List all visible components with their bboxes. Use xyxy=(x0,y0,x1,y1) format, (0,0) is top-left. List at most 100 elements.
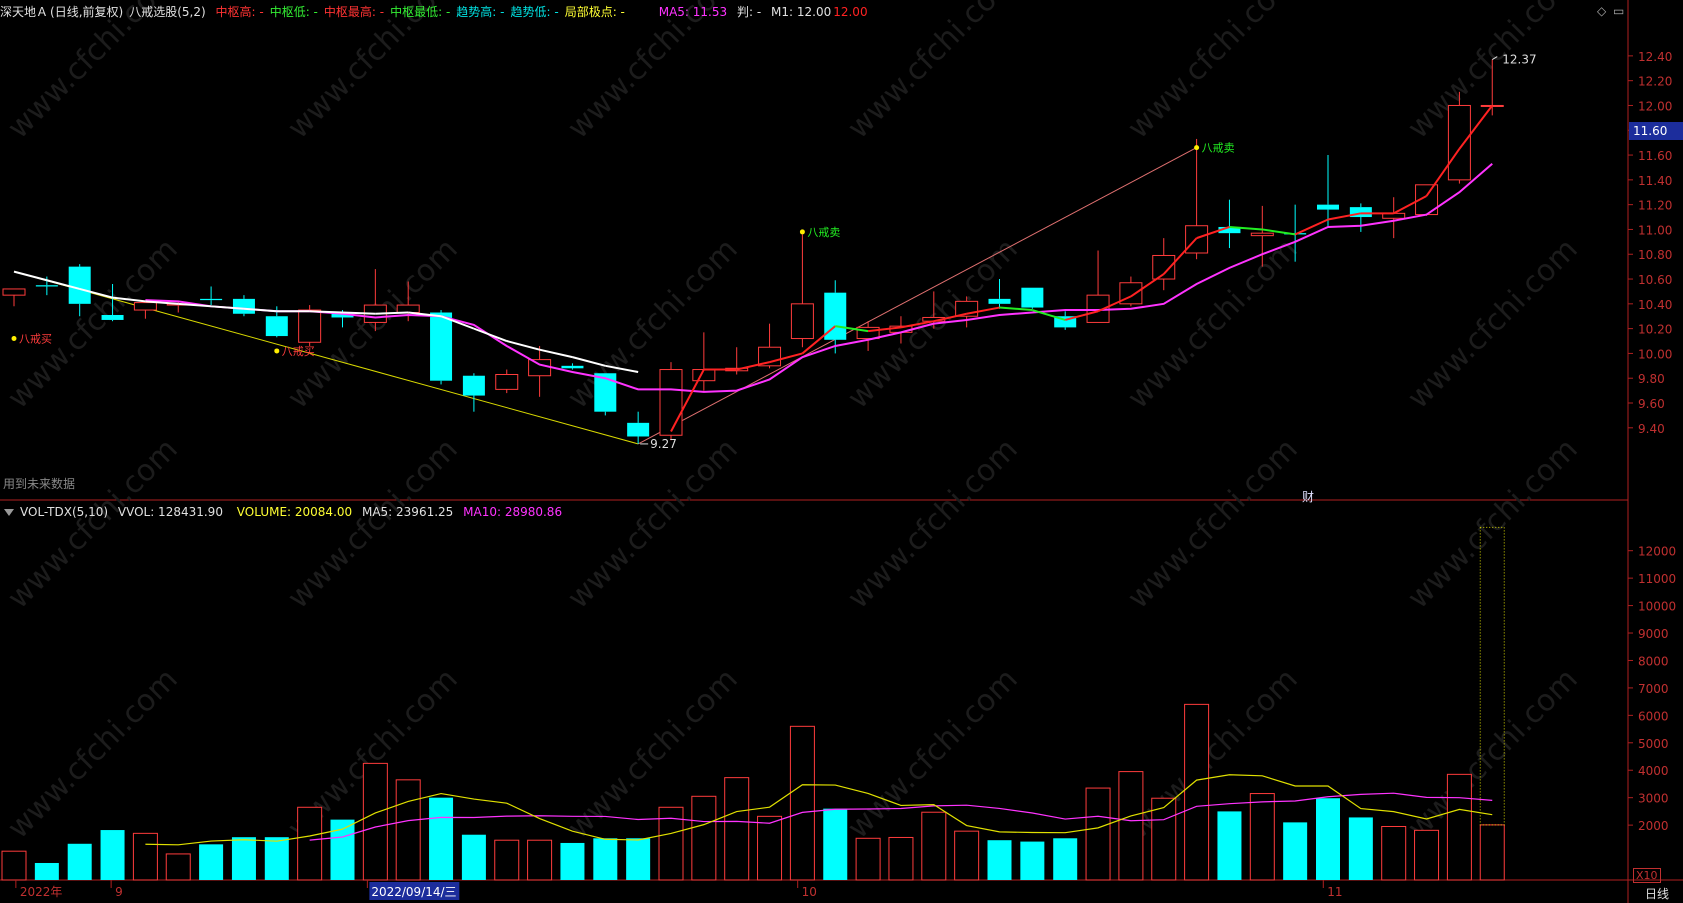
indicator-item: 中枢最低: - xyxy=(390,5,451,19)
volume-bar xyxy=(34,862,59,880)
price-tick-label: 10.00 xyxy=(1638,347,1672,361)
volume-bar xyxy=(100,830,125,880)
m1-extra: 12.00 xyxy=(833,5,868,19)
diamond-icon[interactable]: ◇ xyxy=(1597,4,1606,18)
indicator-item: 趋势高: - xyxy=(456,5,505,19)
volume-bar xyxy=(1217,811,1242,880)
candle-body xyxy=(1447,104,1471,181)
volume-bar xyxy=(954,830,980,881)
ma5-label: MA5: 11.53 xyxy=(658,5,728,19)
volume-indicator-name[interactable]: VOL-TDX(5,10) xyxy=(20,505,108,519)
price-tick-label: 12.40 xyxy=(1638,50,1672,64)
maximize-icon[interactable]: ▭ xyxy=(1613,4,1624,18)
volume-tick-label: 10000 xyxy=(1638,600,1676,614)
volume-bar xyxy=(132,832,158,881)
time-axis-label: 9 xyxy=(115,885,123,899)
candle-body xyxy=(430,312,453,381)
price-tick-label: 10.20 xyxy=(1638,323,1672,337)
watermark-text: www.cfchi.com xyxy=(1121,432,1305,616)
time-axis-label: 10 xyxy=(802,885,817,899)
high-price-label: 12.37 xyxy=(1502,53,1536,67)
time-axis-label: 2022年 xyxy=(20,885,63,899)
watermark-text: www.cfchi.com xyxy=(1121,662,1305,846)
pan-label: 判: - xyxy=(736,5,762,19)
price-tick-label: 10.40 xyxy=(1638,298,1672,312)
price-tick-label: 9.80 xyxy=(1638,372,1665,386)
signal-label: 八戒买 xyxy=(19,333,52,346)
volume-bar xyxy=(1381,825,1407,881)
m1-early-line-segment xyxy=(342,311,376,315)
volume-bar xyxy=(1283,822,1308,880)
volume-bar xyxy=(1085,787,1111,881)
candle-body xyxy=(265,316,288,337)
volume-multiplier-label: X10 xyxy=(1633,868,1661,883)
price-panel-header: 深天地Ａ (日线,前复权) 八戒选股(5,2) 中枢高: - 中枢低: - 中枢最高: … xyxy=(0,3,874,21)
volume-tick-label: 11000 xyxy=(1638,572,1676,586)
period-label[interactable]: 日线 xyxy=(1645,885,1669,902)
volume-bar xyxy=(297,806,323,881)
volume-bar xyxy=(888,836,914,881)
m1-early-line-segment xyxy=(178,302,212,308)
m1-label: M1: 12.00 xyxy=(771,5,832,19)
signal-dot xyxy=(799,229,805,235)
candle-body xyxy=(1250,232,1274,237)
m1-early-line-segment xyxy=(309,310,343,314)
volume-tick-label: 4000 xyxy=(1638,764,1669,778)
candle-body xyxy=(988,298,1011,304)
watermark-text: www.cfchi.com xyxy=(1,0,185,146)
volume-bar xyxy=(264,837,289,880)
volume-bar xyxy=(527,839,553,881)
candle-body xyxy=(200,298,223,301)
candle-body xyxy=(35,285,58,287)
price-tick-label: 10.60 xyxy=(1638,273,1672,287)
price-tick-label: 12.20 xyxy=(1638,75,1672,89)
collapse-arrow-icon[interactable] xyxy=(4,509,14,516)
volume-panel-header: VOL-TDX(5,10) VVOL: 128431.90 VOLUME: 20… xyxy=(0,503,568,521)
m1-line-segment xyxy=(999,306,1033,312)
volume-tick-label: 5000 xyxy=(1638,737,1669,751)
volume-bar xyxy=(691,795,717,881)
price-tick-label: 11.40 xyxy=(1638,174,1672,188)
m1-early-line-segment xyxy=(375,311,409,315)
candle-body xyxy=(2,288,26,296)
indicator-item: 中枢最高: - xyxy=(323,5,385,19)
candle-body xyxy=(1317,204,1339,210)
indicator-name[interactable]: 八戒选股(5,2) xyxy=(129,5,205,19)
watermark-text: www.cfchi.com xyxy=(1401,432,1585,616)
vvol-label: VVOL: 128431.90 xyxy=(117,505,223,519)
candle-body xyxy=(232,298,255,314)
watermark-text: www.cfchi.com xyxy=(1401,232,1585,416)
volume-tick-label: 3000 xyxy=(1638,792,1669,806)
volume-bar xyxy=(1118,771,1144,881)
volume-bar xyxy=(1020,841,1045,880)
volume-bar xyxy=(987,840,1012,880)
watermark-text: www.cfchi.com xyxy=(1,232,185,416)
stock-mode: (日线,前复权) xyxy=(50,5,124,19)
volume-tick-label: 9000 xyxy=(1638,627,1669,641)
volume-bar xyxy=(1249,793,1275,881)
volume-ma10-label: MA10: 28980.86 xyxy=(463,505,563,519)
volume-bar xyxy=(626,838,651,880)
price-tick-label: 9.60 xyxy=(1638,397,1665,411)
candle-body xyxy=(101,314,124,320)
trend-line-yellow xyxy=(13,271,639,445)
volume-bar xyxy=(395,779,421,881)
volume-bar xyxy=(429,797,454,880)
candle-body xyxy=(627,422,650,437)
volume-bar xyxy=(231,837,256,880)
candle-body xyxy=(659,369,683,436)
volume-bar xyxy=(67,843,92,880)
candle-body xyxy=(528,359,552,377)
indicator-item: 局部极点: - xyxy=(564,5,625,19)
stock-name[interactable]: 深天地Ａ xyxy=(0,5,48,19)
stock-chart-canvas[interactable]: www.cfchi.com www.cfchi.com www.cfchi.com w… xyxy=(0,0,1683,903)
time-axis-label: 2022/09/14/三 xyxy=(371,885,456,899)
watermark-text: www.cfchi.com xyxy=(561,432,745,616)
volume-bar xyxy=(1184,703,1210,881)
volume-ma5-label: MA5: 23961.25 xyxy=(361,505,454,519)
volume-bar xyxy=(165,853,191,881)
m1-early-line-segment xyxy=(539,348,573,359)
signal-dot xyxy=(11,336,17,342)
volume-bar xyxy=(1479,824,1505,881)
finance-marker[interactable]: 财 xyxy=(1302,488,1314,505)
